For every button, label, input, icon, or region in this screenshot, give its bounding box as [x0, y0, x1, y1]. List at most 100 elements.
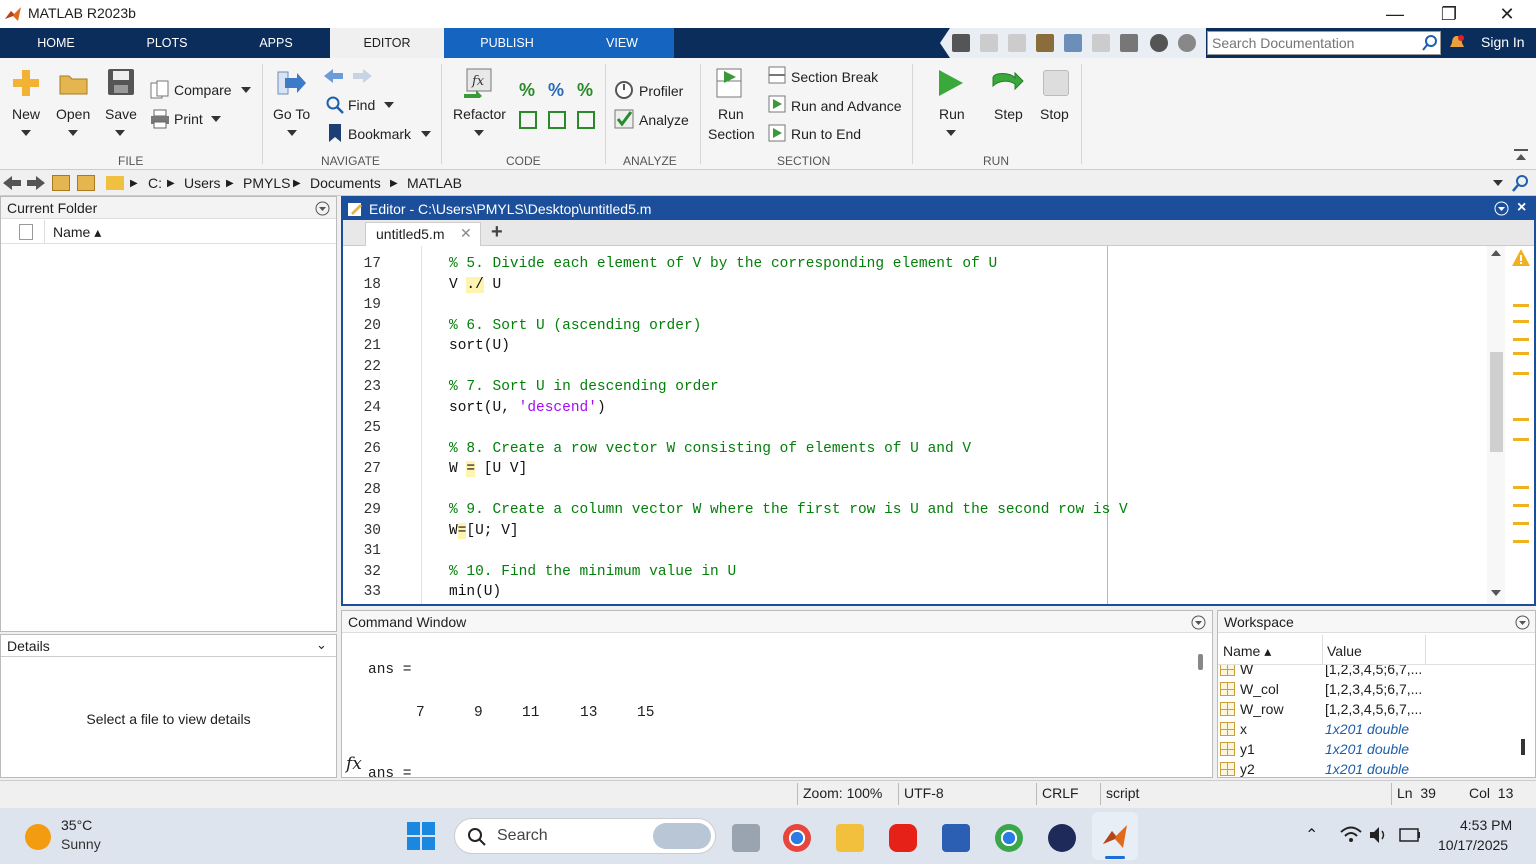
collapse-ribbon-icon[interactable]: [1514, 148, 1528, 162]
crumb-pmyls[interactable]: PMYLS: [243, 175, 290, 191]
weather-temp[interactable]: 35°C: [61, 817, 92, 833]
warning-marker[interactable]: [1513, 352, 1529, 355]
warning-marker[interactable]: [1513, 504, 1529, 507]
close-editor-icon[interactable]: ×: [1517, 199, 1526, 217]
workspace-row[interactable]: x 1x201 double: [1218, 719, 1518, 739]
warning-marker[interactable]: [1513, 338, 1529, 341]
code-line[interactable]: W=[U; V]: [449, 522, 519, 539]
task-view-icon[interactable]: [732, 824, 760, 852]
workspace-row[interactable]: W_col [1,2,3,4,5;6,7,...: [1218, 679, 1518, 699]
copy-icon[interactable]: [1008, 34, 1026, 52]
workspace-row[interactable]: W_row [1,2,3,4,5,6,7,...: [1218, 699, 1518, 719]
code-area[interactable]: 17 % 5. Divide each element of V by the c…: [343, 246, 1534, 604]
search-folder-icon[interactable]: [1512, 174, 1530, 192]
scroll-down-icon[interactable]: [1491, 590, 1501, 596]
warning-marker[interactable]: [1513, 372, 1529, 375]
forward-icon[interactable]: [27, 175, 45, 191]
redo-icon[interactable]: [1092, 34, 1110, 52]
scroll-up-icon[interactable]: [1491, 250, 1501, 256]
tab-editor[interactable]: EDITOR: [330, 28, 444, 58]
warning-marker[interactable]: [1513, 486, 1529, 489]
browse-folder-icon[interactable]: [77, 175, 95, 191]
windows-start-icon[interactable]: [407, 822, 435, 850]
up-folder-icon[interactable]: [52, 175, 70, 191]
wifi-icon[interactable]: [1340, 826, 1362, 844]
crumb-matlab[interactable]: MATLAB: [407, 175, 462, 191]
decrease-indent-icon[interactable]: [548, 111, 566, 129]
cut-icon[interactable]: [980, 34, 998, 52]
warning-icon[interactable]: [1511, 248, 1531, 268]
code-line[interactable]: sort(U): [449, 338, 510, 354]
chevron-down-icon[interactable]: ⌄: [316, 637, 327, 653]
weather-desc[interactable]: Sunny: [61, 836, 101, 852]
back-arrow-icon[interactable]: [324, 68, 344, 84]
code-line[interactable]: V ./ U: [449, 276, 501, 293]
crumb-c[interactable]: C:: [148, 175, 162, 191]
editor-scrollbar[interactable]: [1487, 246, 1505, 604]
file-explorer-icon[interactable]: [836, 824, 864, 852]
options-icon[interactable]: [1178, 34, 1196, 52]
clock-time[interactable]: 4:53 PM: [1460, 817, 1512, 833]
bell-icon[interactable]: [1448, 34, 1466, 52]
code-line[interactable]: % 8. Create a row vector W consisting of…: [449, 441, 971, 457]
name-column-header[interactable]: Name ▴: [53, 224, 101, 241]
warning-marker[interactable]: [1513, 304, 1529, 307]
smart-indent-icon[interactable]: [519, 111, 537, 129]
code-line[interactable]: % 10. Find the minimum value in U: [449, 564, 736, 580]
command-output[interactable]: ans = 7 9 11 13 15 fx ans =: [342, 634, 1212, 777]
help-icon[interactable]: [1150, 34, 1168, 52]
chrome-icon[interactable]: [783, 824, 811, 852]
tab-home[interactable]: HOME: [0, 28, 112, 58]
taskbar-search-box[interactable]: Search: [454, 818, 716, 854]
add-tab-icon[interactable]: +: [491, 221, 503, 244]
code-line[interactable]: sort(U, 'descend'): [449, 400, 606, 416]
workspace-row[interactable]: W [1,2,3,4,5;6,7,...: [1218, 665, 1518, 679]
workspace-value-column[interactable]: Value: [1327, 643, 1362, 659]
workspace-row[interactable]: y1 1x201 double: [1218, 739, 1518, 759]
editor-menu-icon[interactable]: [1494, 201, 1509, 216]
clock-date[interactable]: 10/17/2025: [1438, 837, 1508, 853]
back-icon[interactable]: [3, 175, 21, 191]
undo-icon[interactable]: [1064, 34, 1082, 52]
warning-marker[interactable]: [1513, 540, 1529, 543]
warning-marker[interactable]: [1513, 320, 1529, 323]
maximize-button[interactable]: ❐: [1426, 2, 1472, 26]
comment-icon[interactable]: %: [519, 80, 535, 101]
chevron-up-icon[interactable]: ⌃: [1305, 825, 1318, 845]
code-line[interactable]: % 5. Divide each element of V by the cor…: [449, 256, 997, 272]
tab-untitled5[interactable]: untitled5.m ✕: [365, 222, 481, 246]
tab-publish[interactable]: PUBLISH: [444, 28, 570, 58]
address-dropdown-icon[interactable]: [1493, 180, 1503, 186]
code-line[interactable]: % 9. Create a column vector W where the …: [449, 502, 1128, 518]
weather-sun-icon[interactable]: [25, 824, 51, 850]
close-button[interactable]: ✕: [1484, 2, 1530, 26]
warning-marker[interactable]: [1513, 522, 1529, 525]
search-icon[interactable]: [1422, 35, 1438, 51]
tab-view[interactable]: VIEW: [570, 28, 674, 58]
battery-icon[interactable]: [1398, 826, 1422, 844]
tab-apps[interactable]: APPS: [222, 28, 330, 58]
code-line[interactable]: % 7. Sort U in descending order: [449, 379, 719, 395]
sign-in-link[interactable]: Sign In: [1481, 34, 1525, 50]
crumb-users[interactable]: Users: [184, 175, 221, 191]
code-line[interactable]: min(U): [449, 584, 501, 600]
paste-icon[interactable]: [1036, 34, 1054, 52]
command-scroll-thumb[interactable]: [1198, 654, 1203, 670]
workspace-row[interactable]: y2 1x201 double: [1218, 759, 1518, 777]
crumb-documents[interactable]: Documents: [310, 175, 381, 191]
panel-menu-icon[interactable]: [1191, 615, 1206, 630]
search-documentation-input[interactable]: [1207, 31, 1441, 55]
teamviewer-icon[interactable]: [1048, 824, 1076, 852]
save-icon[interactable]: [952, 34, 970, 52]
close-tab-icon[interactable]: ✕: [460, 225, 472, 242]
warning-marker[interactable]: [1513, 418, 1529, 421]
scroll-thumb[interactable]: [1490, 352, 1503, 452]
chrome-profile-icon[interactable]: [995, 824, 1023, 852]
word-icon[interactable]: [942, 824, 970, 852]
workspace-scroll-thumb[interactable]: [1521, 739, 1525, 755]
workspace-name-column[interactable]: Name ▴: [1223, 643, 1271, 660]
matlab-taskbar-button[interactable]: [1092, 812, 1138, 860]
code-line[interactable]: W = [U V]: [449, 461, 527, 477]
panel-menu-icon[interactable]: [1515, 615, 1530, 630]
warning-marker[interactable]: [1513, 438, 1529, 441]
